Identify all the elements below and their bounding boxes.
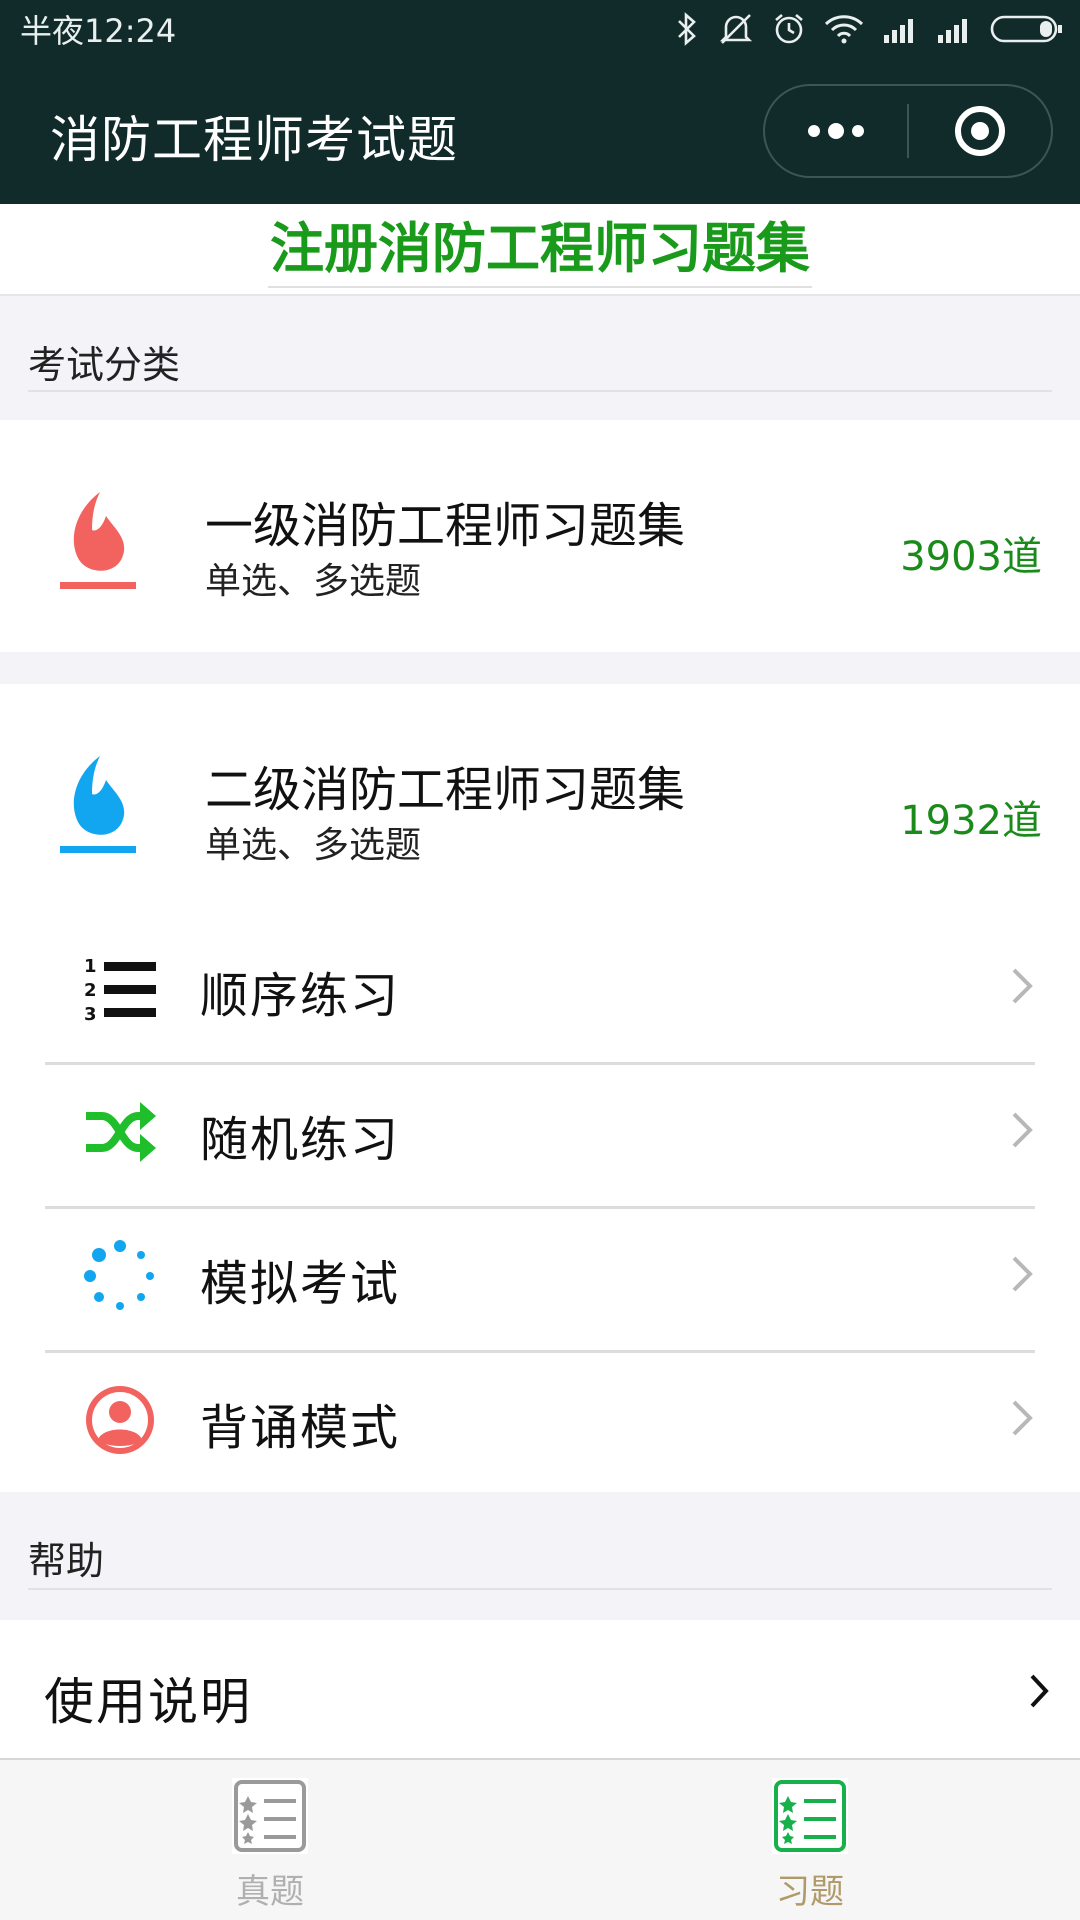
menu-label: 模拟考试 [200, 1256, 401, 1312]
user-avatar-icon [80, 1384, 160, 1456]
menu-label: 顺序练习 [200, 968, 401, 1024]
question-count: 3903道 [900, 534, 1042, 580]
menu-label: 背诵模式 [200, 1400, 401, 1456]
chevron-right-icon [1030, 1674, 1049, 1708]
exam-subtitle: 单选、多选题 [205, 561, 422, 602]
banner-title: 注册消防工程师习题集 [268, 214, 812, 288]
tab-past-exams[interactable]: 真题 [170, 1760, 370, 1920]
svg-text:3: 3 [84, 1004, 97, 1024]
flame-icon [60, 756, 136, 853]
tab-label: 真题 [236, 1872, 304, 1912]
menu-label: 随机练习 [200, 1112, 401, 1168]
practice-menu: 1 2 3 顺序练习 随机练习 模拟考试 背诵模式 [0, 914, 1080, 1492]
status-icons [674, 12, 1064, 46]
signal-icon [938, 19, 967, 43]
exam-title: 二级消防工程师习题集 [205, 762, 686, 818]
mute-icon [719, 14, 753, 44]
target-circle-icon [954, 106, 1005, 156]
svg-text:2: 2 [84, 980, 97, 1001]
status-bar: 半夜12:24 [0, 0, 1080, 58]
tab-bar: 真题 习题 [0, 1758, 1080, 1920]
checklist-icon [772, 1778, 848, 1854]
section-divider [28, 1588, 1052, 1590]
menu-item-recite-mode[interactable]: 背诵模式 [0, 1346, 1080, 1490]
bluetooth-icon [678, 12, 696, 46]
mini-program-capsule [763, 84, 1053, 178]
more-button[interactable] [765, 86, 907, 176]
more-dots-icon [808, 123, 864, 139]
flame-icon [60, 492, 136, 589]
header: 半夜12:24 消防工程师考试题 [0, 0, 1080, 204]
chevron-right-icon [1012, 1400, 1033, 1436]
question-count: 1932道 [900, 798, 1042, 844]
flame-shape [73, 756, 125, 835]
help-label: 使用说明 [44, 1673, 252, 1731]
exam-card-level-1[interactable]: 一级消防工程师习题集 单选、多选题 3903道 [0, 420, 1080, 652]
help-item-instructions[interactable]: 使用说明 [0, 1620, 1080, 1760]
flame-shape [73, 492, 125, 571]
checklist-icon [232, 1778, 308, 1854]
title-bar: 消防工程师考试题 [0, 58, 1080, 204]
chevron-right-icon [1012, 1256, 1033, 1292]
section-label-exam-category: 考试分类 [28, 343, 181, 387]
close-button[interactable] [909, 86, 1051, 176]
signal-icon [884, 19, 913, 43]
exam-title: 一级消防工程师习题集 [205, 498, 686, 554]
section-divider [28, 390, 1052, 392]
chevron-right-icon [1012, 968, 1033, 1004]
exam-subtitle: 单选、多选题 [205, 825, 422, 866]
tab-exercises[interactable]: 习题 [710, 1760, 910, 1920]
dotted-circle-icon [80, 1240, 160, 1312]
tab-label: 习题 [776, 1872, 844, 1912]
shuffle-icon [80, 1096, 160, 1168]
menu-item-random-practice[interactable]: 随机练习 [0, 1058, 1080, 1202]
alarm-icon [775, 14, 803, 44]
wifi-icon [824, 15, 864, 44]
menu-item-sequential-practice[interactable]: 1 2 3 顺序练习 [0, 914, 1080, 1058]
menu-item-mock-exam[interactable]: 模拟考试 [0, 1202, 1080, 1346]
exam-card-level-2[interactable]: 二级消防工程师习题集 单选、多选题 1932道 [0, 684, 1080, 916]
chevron-right-icon [1012, 1112, 1033, 1148]
svg-text:1: 1 [84, 956, 97, 977]
section-label-help: 帮助 [28, 1539, 105, 1583]
battery-icon [990, 15, 1062, 43]
status-time: 半夜12:24 [20, 12, 177, 50]
page-title: 消防工程师考试题 [50, 111, 458, 169]
banner: 注册消防工程师习题集 [0, 204, 1080, 296]
numbered-list-icon: 1 2 3 [80, 952, 160, 1024]
